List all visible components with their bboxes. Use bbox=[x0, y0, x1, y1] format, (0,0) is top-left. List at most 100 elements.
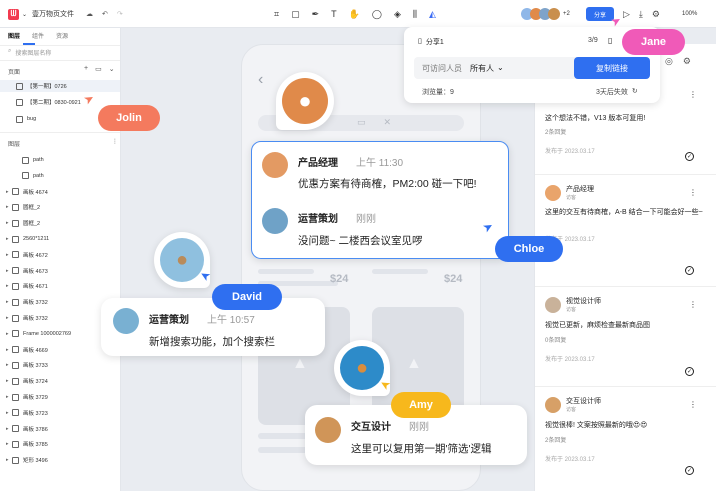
redo-icon[interactable]: ↷ bbox=[117, 10, 123, 18]
layer-name: 画板 3786 bbox=[23, 426, 48, 433]
avatar bbox=[545, 296, 561, 313]
more-icon[interactable]: ⋮ bbox=[689, 188, 697, 197]
layer-search[interactable]: ⌕ 搜索图层名称 bbox=[8, 48, 51, 57]
access-select[interactable]: 所有人 ⌄ bbox=[470, 63, 504, 74]
refresh-icon[interactable]: ↻ bbox=[632, 87, 638, 97]
avatar bbox=[113, 308, 139, 334]
chevron-down-icon[interactable]: ⌄ bbox=[109, 65, 115, 73]
layer-item[interactable]: ▸ 画板 3724 bbox=[0, 375, 120, 387]
reply-count[interactable]: 2条回复 bbox=[545, 127, 705, 136]
access-label: 可访问人员 bbox=[422, 64, 462, 73]
undo-icon[interactable]: ↶ bbox=[102, 10, 108, 18]
layer-item[interactable]: ▸ 画板 3786 bbox=[0, 423, 120, 435]
comment-tool-icon[interactable]: ◯ bbox=[372, 9, 382, 20]
app-logo-icon: ᗯ bbox=[8, 8, 19, 20]
avatar bbox=[315, 417, 341, 443]
comment-thread-card[interactable]: 产品经理 上午 11:30 优惠方案有待商榷，PM2:00 碰一下吧! 运营策划… bbox=[251, 141, 509, 259]
price-label: $24 bbox=[444, 273, 463, 285]
layer-item[interactable]: ▸ 矩形 3496 bbox=[0, 454, 120, 466]
app-menu[interactable]: ᗯ ⌄ bbox=[8, 0, 27, 28]
avatar-pin[interactable]: ● bbox=[276, 72, 334, 130]
message-author: 交互设计 bbox=[351, 422, 391, 433]
copy-file-icon[interactable]: ▯ bbox=[608, 36, 612, 45]
folder-icon[interactable]: ▭ bbox=[95, 65, 102, 73]
frame-icon bbox=[12, 219, 19, 227]
layer-item[interactable]: path bbox=[0, 170, 120, 182]
layer-item[interactable]: ▸ 画板 3733 bbox=[0, 359, 120, 371]
comment-thread-card[interactable]: 运营策划 上午 10:57 新增搜索功能，加个搜索栏 bbox=[101, 298, 325, 356]
tab-assets[interactable]: 资源 bbox=[56, 31, 68, 40]
frame-icon bbox=[12, 425, 19, 433]
frame-icon bbox=[12, 393, 19, 401]
columns-icon[interactable]: ⫼ bbox=[413, 9, 417, 20]
more-icon[interactable]: ⋮ bbox=[689, 300, 697, 309]
path-icon bbox=[22, 172, 29, 180]
layer-item[interactable]: ▸ 画板 4674 bbox=[0, 186, 120, 198]
collaborator-avatars[interactable]: +2 bbox=[521, 0, 570, 28]
layer-item[interactable]: path bbox=[0, 154, 120, 166]
download-icon[interactable]: ⤓ bbox=[639, 9, 643, 20]
reply-count[interactable]: 2条回复 bbox=[545, 435, 705, 444]
layer-name: path bbox=[33, 157, 44, 163]
file-title[interactable]: 壹万物页文件 bbox=[32, 0, 74, 28]
page-item[interactable]: 【第一期】0726 bbox=[0, 80, 120, 92]
cloud-icon[interactable]: ☁ bbox=[86, 10, 93, 18]
avatar bbox=[262, 208, 288, 234]
frame-icon bbox=[12, 330, 19, 338]
comment-role: 访客 bbox=[566, 195, 577, 201]
resolve-check-icon[interactable]: ✓ bbox=[685, 367, 694, 376]
layer-item[interactable]: ▸ 画板 4672 bbox=[0, 249, 120, 261]
filter-icon[interactable]: ◎ bbox=[665, 56, 673, 67]
play-icon[interactable]: ▷ bbox=[623, 9, 630, 20]
more-icon[interactable]: ⋮ bbox=[112, 138, 118, 145]
page-name: 【第一期】0726 bbox=[27, 84, 67, 90]
reply-count[interactable]: 0条回复 bbox=[545, 335, 705, 344]
resolve-check-icon[interactable]: ✓ bbox=[685, 266, 694, 275]
more-icon[interactable]: ⋮ bbox=[689, 400, 697, 409]
copy-link-button[interactable]: 复制链接 bbox=[574, 57, 650, 79]
more-icon[interactable]: ⋮ bbox=[689, 90, 697, 99]
text-tool-icon[interactable]: T bbox=[331, 9, 337, 19]
layer-name: 圆框_2 bbox=[23, 205, 41, 212]
layer-item[interactable]: ▸ 画板 4671 bbox=[0, 280, 120, 292]
frame-icon bbox=[12, 235, 19, 243]
rectangle-tool-icon[interactable]: ▢ bbox=[291, 9, 300, 20]
tab-layers[interactable]: 图层 bbox=[8, 31, 20, 40]
settings-icon[interactable]: ⚙ bbox=[683, 56, 691, 67]
resolve-check-icon[interactable]: ✓ bbox=[685, 152, 694, 161]
resolve-check-icon[interactable]: ✓ bbox=[685, 466, 694, 475]
zoom-level[interactable]: 100% bbox=[682, 0, 697, 28]
layer-item[interactable]: ▸ 画板 3729 bbox=[0, 391, 120, 403]
frame-icon bbox=[12, 267, 19, 275]
layer-item[interactable]: ▸ 2560*1211 bbox=[0, 233, 120, 245]
plugin-icon[interactable]: ◭ bbox=[429, 9, 436, 20]
cursor-tag-chloe: Chloe bbox=[495, 236, 563, 262]
layer-item[interactable]: ▸ 画板 3785 bbox=[0, 438, 120, 450]
component-tool-icon[interactable]: ◈ bbox=[394, 9, 401, 20]
frame-tool-icon[interactable]: ⌗ bbox=[274, 9, 279, 20]
pen-tool-icon[interactable]: ✒ bbox=[312, 9, 320, 20]
settings-icon[interactable]: ⚙ bbox=[652, 9, 660, 20]
message-time: 刚刚 bbox=[409, 422, 429, 433]
access-value: 所有人 bbox=[470, 64, 494, 73]
layers-panel: 图层 组件 资源 ⌕ 搜索图层名称 页面 + ▭ ⌄ 【第一期】0726 【第二… bbox=[0, 28, 121, 491]
frame-icon bbox=[12, 298, 19, 306]
layer-item[interactable]: ▸ 圆框_2 bbox=[0, 217, 120, 229]
add-page-icon[interactable]: + bbox=[84, 65, 88, 73]
hand-tool-icon[interactable]: ✋ bbox=[349, 9, 360, 20]
search-input[interactable]: 搜索图层名称 bbox=[15, 48, 51, 57]
frame-icon bbox=[12, 346, 19, 354]
layer-name: 画板 3732 bbox=[23, 316, 48, 322]
message-text: 优惠方案有待商榷，PM2:00 碰一下吧! bbox=[298, 178, 477, 190]
cursor-tag-jolin: Jolin bbox=[98, 105, 160, 131]
message-time: 上午 10:57 bbox=[207, 315, 255, 326]
page-icon bbox=[16, 98, 23, 106]
layer-item[interactable]: ▸ 画板 4673 bbox=[0, 265, 120, 277]
top-toolbar: ᗯ ⌄ 壹万物页文件 ☁ ↶ ↷ ⌗ ▢ ✒ T ✋ ◯ ◈ ⫼ ◭ +2 分享 … bbox=[0, 0, 716, 28]
layer-item[interactable]: ▸ 画板 3723 bbox=[0, 407, 120, 419]
tab-components[interactable]: 组件 bbox=[32, 31, 44, 40]
chevron-down-icon: ⌄ bbox=[22, 11, 28, 18]
layer-item[interactable]: ▸ 圆框_2 bbox=[0, 201, 120, 213]
comment-date: 发布于 2023.03.17 bbox=[545, 237, 595, 243]
cursor-tag-david: David bbox=[212, 284, 282, 310]
